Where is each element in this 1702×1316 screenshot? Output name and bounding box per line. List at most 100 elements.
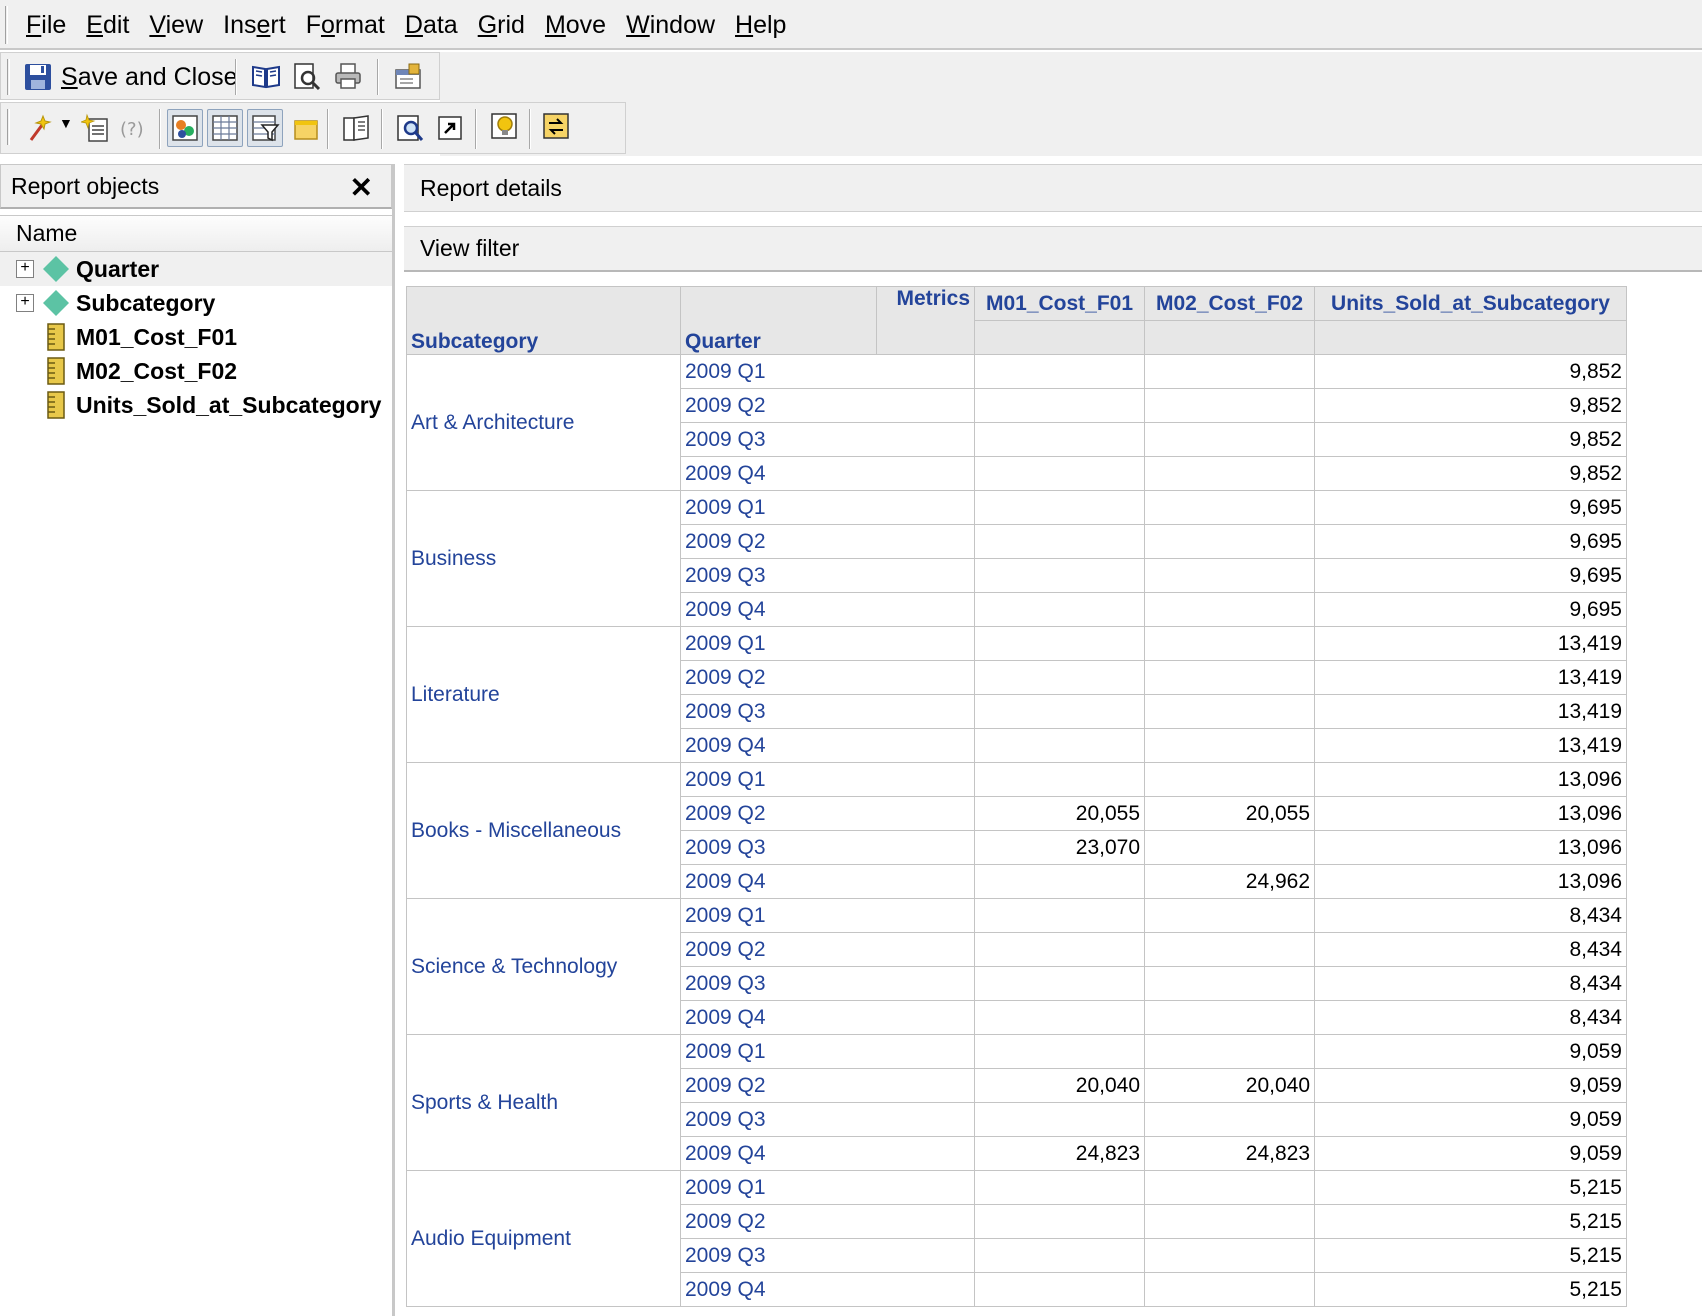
subcategory-cell[interactable]: Business xyxy=(406,490,681,627)
menu-item-format[interactable]: Format xyxy=(306,11,395,40)
subcategory-cell[interactable]: Science & Technology xyxy=(406,898,681,1035)
quarter-cell[interactable]: 2009 Q2 xyxy=(680,660,975,695)
quarter-cell[interactable]: 2009 Q4 xyxy=(680,864,975,899)
name-column-header[interactable]: Name xyxy=(0,215,392,252)
subcategory-cell[interactable]: Literature xyxy=(406,626,681,763)
column-header-m02[interactable]: M02_Cost_F02 xyxy=(1144,286,1315,321)
quarter-cell[interactable]: 2009 Q2 xyxy=(680,524,975,559)
quarter-cell[interactable]: 2009 Q4 xyxy=(680,1136,975,1171)
help-context-button[interactable]: (?) xyxy=(117,113,147,143)
quarter-cell[interactable]: 2009 Q1 xyxy=(680,1034,975,1069)
menu-label-mnemonic: E xyxy=(86,10,103,39)
subcategory-cell[interactable]: Sports & Health xyxy=(406,1034,681,1171)
quarter-cell[interactable]: 2009 Q4 xyxy=(680,1000,975,1035)
quarter-cell[interactable]: 2009 Q1 xyxy=(680,490,975,525)
menu-item-help[interactable]: Help xyxy=(735,11,796,40)
attribute-diamond-icon xyxy=(43,290,69,316)
quarter-cell[interactable]: 2009 Q4 xyxy=(680,456,975,491)
report-object-m01-cost-f01[interactable]: M01_Cost_F01 xyxy=(0,320,392,354)
toolbar-area xyxy=(440,52,1702,156)
report-objects-toggle[interactable] xyxy=(167,109,203,147)
quarter-cell[interactable]: 2009 Q2 xyxy=(680,1068,975,1103)
open-book-button[interactable] xyxy=(251,61,281,91)
view-filter-bar[interactable]: View filter xyxy=(404,226,1702,272)
save-and-close-button[interactable]: Save and Close xyxy=(23,59,238,95)
subcategory-cell[interactable]: Art & Architecture xyxy=(406,354,681,491)
subcategory-cell[interactable]: Audio Equipment xyxy=(406,1170,681,1307)
m02-cost-cell xyxy=(1144,1272,1315,1307)
m01-cost-cell xyxy=(974,966,1145,1001)
menu-label-part: F xyxy=(305,10,321,39)
expand-icon[interactable]: + xyxy=(16,294,34,312)
print-button[interactable] xyxy=(333,61,363,91)
report-options-button[interactable] xyxy=(393,61,423,91)
quarter-cell[interactable]: 2009 Q3 xyxy=(680,966,975,1001)
menu: File Edit View Insert Format Data Grid Move Wind… xyxy=(26,0,806,50)
run-report-button[interactable] xyxy=(25,113,55,143)
m02-cost-cell xyxy=(1144,898,1315,933)
column-header-units-sold[interactable]: Units_Sold_at_Subcategory xyxy=(1314,286,1627,321)
menu-item-file[interactable]: File xyxy=(26,11,76,40)
toolbar-grip[interactable] xyxy=(7,109,10,145)
page-by-button[interactable] xyxy=(291,113,321,143)
row-header-quarter[interactable]: Quarter xyxy=(680,286,877,355)
grid-view-toggle[interactable] xyxy=(207,109,243,147)
subcategory-cell[interactable]: Books - Miscellaneous xyxy=(406,762,681,899)
quarter-cell[interactable]: 2009 Q1 xyxy=(680,626,975,661)
report-filter-toggle[interactable] xyxy=(247,109,283,147)
menubar-grip[interactable] xyxy=(5,6,8,44)
find-button[interactable] xyxy=(395,113,425,143)
quarter-cell[interactable]: 2009 Q4 xyxy=(680,728,975,763)
quarter-cell[interactable]: 2009 Q3 xyxy=(680,558,975,593)
table-row: Art & Architecture 2009 Q1 9,852 xyxy=(406,354,1627,491)
toolbar-grip[interactable] xyxy=(7,59,10,95)
quarter-cell[interactable]: 2009 Q2 xyxy=(680,1204,975,1239)
m02-cost-cell xyxy=(1144,660,1315,695)
expand-icon[interactable]: + xyxy=(16,260,34,278)
menu-item-data[interactable]: Data xyxy=(405,11,468,40)
report-object-m02-cost-f02[interactable]: M02_Cost_F02 xyxy=(0,354,392,388)
quarter-cell[interactable]: 2009 Q1 xyxy=(680,354,975,389)
menu-item-grid[interactable]: Grid xyxy=(478,11,535,40)
report-object-units-sold-at-subcategory[interactable]: Units_Sold_at_Subcategory xyxy=(0,388,392,422)
menu-item-insert[interactable]: Insert xyxy=(223,11,296,40)
data-explorer-button[interactable] xyxy=(341,113,371,143)
column-header-m01[interactable]: M01_Cost_F01 xyxy=(974,286,1145,321)
quarter-cell[interactable]: 2009 Q2 xyxy=(680,796,975,831)
quarter-cell[interactable]: 2009 Q3 xyxy=(680,1102,975,1137)
shortcut-button[interactable] xyxy=(435,113,465,143)
menu-item-move[interactable]: Move xyxy=(545,11,616,40)
quarter-cell[interactable]: 2009 Q3 xyxy=(680,694,975,729)
menu-label-mnemonic: F xyxy=(26,10,42,39)
quarter-cell[interactable]: 2009 Q1 xyxy=(680,1170,975,1205)
report-object-subcategory[interactable]: + Subcategory xyxy=(0,286,392,320)
quarter-cell[interactable]: 2009 Q1 xyxy=(680,762,975,797)
report-object-quarter[interactable]: + Quarter xyxy=(0,252,392,286)
quarter-cell[interactable]: 2009 Q2 xyxy=(680,388,975,423)
close-icon[interactable]: ✕ xyxy=(350,171,373,204)
menu-item-view[interactable]: View xyxy=(149,11,213,40)
menu-item-edit[interactable]: Edit xyxy=(86,11,139,40)
units-sold-cell: 9,059 xyxy=(1314,1034,1627,1069)
quarter-cell[interactable]: 2009 Q4 xyxy=(680,1272,975,1307)
m01-cost-cell xyxy=(974,490,1145,525)
quarter-cell[interactable]: 2009 Q3 xyxy=(680,422,975,457)
quarter-cell[interactable]: 2009 Q3 xyxy=(680,830,975,865)
insert-object-button[interactable] xyxy=(81,113,111,143)
m02-cost-cell xyxy=(1144,490,1315,525)
print-preview-button[interactable] xyxy=(291,61,321,91)
swap-icon xyxy=(543,113,569,139)
quarter-cell[interactable]: 2009 Q1 xyxy=(680,898,975,933)
swap-button[interactable] xyxy=(541,111,571,141)
menu-item-window[interactable]: Window xyxy=(626,11,725,40)
units-sold-cell: 13,419 xyxy=(1314,660,1627,695)
quarter-cell[interactable]: 2009 Q3 xyxy=(680,1238,975,1273)
row-header-subcategory[interactable]: Subcategory xyxy=(406,286,681,355)
alert-button[interactable] xyxy=(489,111,519,141)
m01-cost-cell xyxy=(974,1102,1145,1137)
metrics-header[interactable]: Metrics xyxy=(876,286,975,355)
report-details-bar[interactable]: Report details xyxy=(404,164,1702,212)
quarter-cell[interactable]: 2009 Q2 xyxy=(680,932,975,967)
quarter-cell[interactable]: 2009 Q4 xyxy=(680,592,975,627)
run-dropdown-button[interactable]: ▼ xyxy=(59,115,73,131)
